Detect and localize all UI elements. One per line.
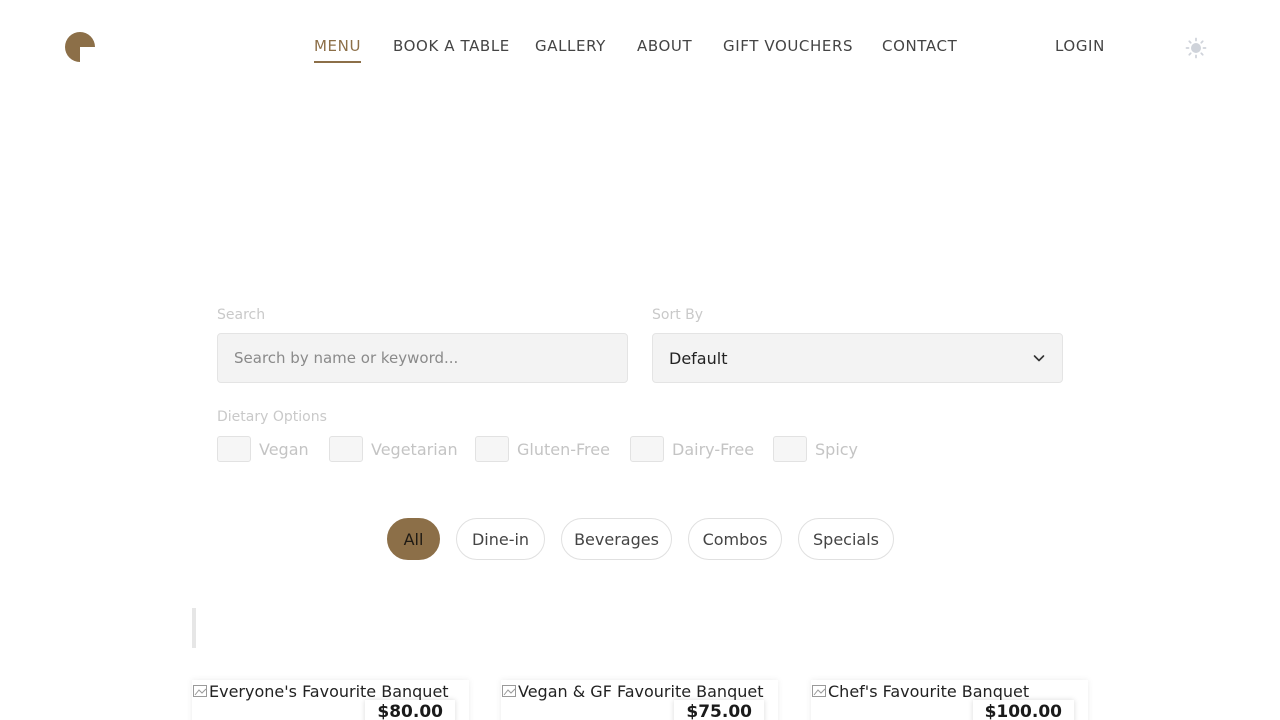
dietary-options-label: Dietary Options xyxy=(217,409,327,425)
nav-item-book-a-table[interactable]: BOOK A TABLE xyxy=(393,36,510,56)
nav-item-gallery[interactable]: GALLERY xyxy=(535,36,606,56)
dietary-option-dairy-free[interactable]: Dairy-Free xyxy=(630,436,754,462)
search-label: Search xyxy=(217,307,266,323)
category-tab-beverages[interactable]: Beverages xyxy=(561,518,672,560)
nav-item-about[interactable]: ABOUT xyxy=(637,36,692,56)
dietary-option-gluten-free[interactable]: Gluten-Free xyxy=(475,436,610,462)
category-tab-combos[interactable]: Combos xyxy=(688,518,782,560)
sort-select[interactable]: Default xyxy=(652,333,1063,383)
sort-label: Sort By xyxy=(652,307,704,323)
menu-card[interactable]: Everyone's Favourite Banquet $80.00 xyxy=(192,680,469,720)
menu-card[interactable]: Vegan & GF Favourite Banquet $75.00 xyxy=(501,680,778,720)
broken-image-icon xyxy=(502,685,516,697)
dietary-option-label: Vegan xyxy=(259,439,309,459)
nav-active-underline xyxy=(314,61,361,63)
dietary-option-label: Dairy-Free xyxy=(672,439,755,459)
gluten-free-checkbox[interactable] xyxy=(475,436,509,462)
category-tab-specials[interactable]: Specials xyxy=(798,518,894,560)
broken-image-icon xyxy=(193,685,207,697)
menu-card-price: $80.00 xyxy=(365,700,455,720)
login-link[interactable]: LOGIN xyxy=(1055,36,1105,56)
menu-card-price: $75.00 xyxy=(674,700,764,720)
menu-card-title: Vegan & GF Favourite Banquet xyxy=(518,682,764,701)
dietary-option-vegetarian[interactable]: Vegetarian xyxy=(329,436,458,462)
chevron-down-icon xyxy=(1033,355,1045,362)
brand-logo-icon[interactable] xyxy=(65,32,95,62)
menu-card-title: Everyone's Favourite Banquet xyxy=(209,682,449,701)
spicy-checkbox[interactable] xyxy=(773,436,807,462)
category-tab-dine-in[interactable]: Dine-in xyxy=(456,518,545,560)
nav-item-contact[interactable]: CONTACT xyxy=(882,36,957,56)
dairy-free-checkbox[interactable] xyxy=(630,436,664,462)
category-tab-all[interactable]: All xyxy=(387,518,440,560)
menu-card-price: $100.00 xyxy=(972,700,1074,720)
nav-item-menu[interactable]: MENU xyxy=(314,36,361,56)
dietary-option-label: Spicy xyxy=(815,439,859,459)
menu-card-title: Chef's Favourite Banquet xyxy=(828,682,1030,701)
dietary-option-vegan[interactable]: Vegan xyxy=(217,436,309,462)
vegan-checkbox[interactable] xyxy=(217,436,251,462)
nav-item-gift-vouchers[interactable]: GIFT VOUCHERS xyxy=(723,36,853,56)
vegetarian-checkbox[interactable] xyxy=(329,436,363,462)
sun-icon[interactable] xyxy=(1185,37,1207,59)
dietary-option-label: Vegetarian xyxy=(371,439,458,459)
dietary-option-label: Gluten-Free xyxy=(517,439,610,459)
dietary-option-spicy[interactable]: Spicy xyxy=(773,436,858,462)
broken-image-icon xyxy=(812,685,826,697)
sort-selected-value: Default xyxy=(669,348,728,368)
menu-card[interactable]: Chef's Favourite Banquet $100.00 xyxy=(811,680,1088,720)
search-input[interactable] xyxy=(217,333,628,383)
section-heading-accent xyxy=(192,608,196,648)
